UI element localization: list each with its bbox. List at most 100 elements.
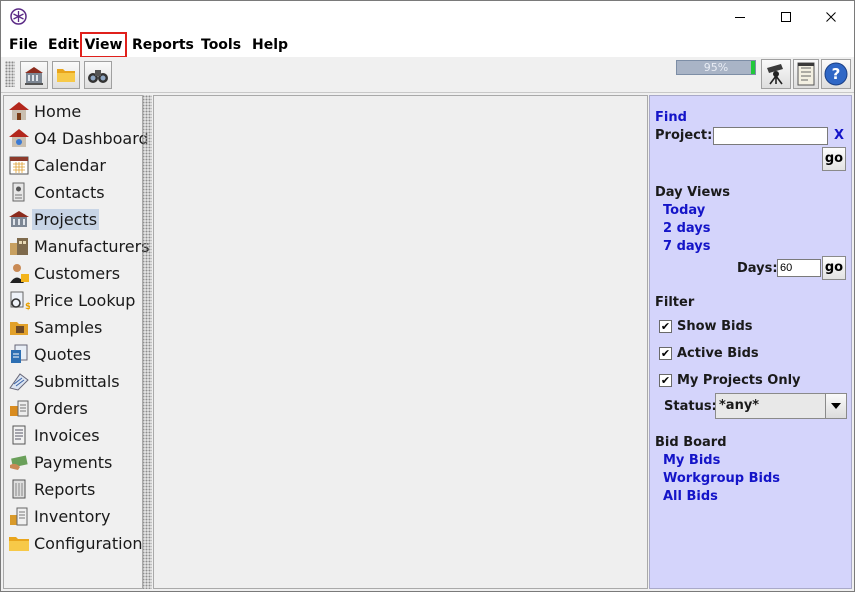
my-projects-only-label: My Projects Only [677, 372, 801, 388]
memory-progress-bar: 95% [676, 60, 756, 75]
folder-icon [57, 69, 75, 82]
svg-text:$: $ [25, 302, 30, 311]
search-filter-panel: Find Project: X go Day Views Today 2 day… [649, 95, 852, 589]
projects-button[interactable] [20, 61, 48, 89]
days-label: Days: [737, 261, 778, 276]
customers-icon [6, 261, 32, 285]
sidebar-item-orders[interactable]: Orders [6, 395, 90, 421]
sidebar-item-o4-dashboard[interactable]: O4 Dashboard [6, 125, 151, 151]
status-select[interactable]: *any* [715, 393, 847, 419]
calendar-icon [6, 153, 32, 177]
all-bids-link[interactable]: All Bids [663, 489, 718, 504]
filter-heading: Filter [655, 295, 695, 310]
active-bids-label: Active Bids [677, 345, 759, 361]
submittals-icon [6, 369, 32, 393]
menu-view[interactable]: View [80, 32, 127, 58]
invoices-icon [6, 423, 32, 447]
sidebar-item-submittals[interactable]: Submittals [6, 368, 122, 394]
telescope-button[interactable] [761, 59, 791, 89]
sidebar-splitter[interactable] [143, 95, 152, 589]
project-go-button[interactable]: go [822, 147, 846, 171]
status-selected-value: *any* [719, 398, 760, 413]
contacts-icon [6, 180, 32, 204]
sidebar-item-quotes[interactable]: Quotes [6, 341, 93, 367]
my-projects-only-row[interactable]: ✔ My Projects Only [659, 371, 801, 389]
minimize-icon [735, 17, 745, 18]
maximize-button[interactable] [763, 1, 809, 33]
status-label: Status: [664, 399, 717, 414]
project-search-input[interactable] [713, 127, 828, 145]
my-projects-only-checkbox[interactable]: ✔ [659, 373, 672, 387]
sidebar-item-payments[interactable]: Payments [6, 449, 114, 475]
app-logo-icon [10, 8, 27, 25]
search-binoculars-button[interactable] [84, 61, 112, 89]
progress-text: 95% [703, 61, 729, 74]
telescope-icon [767, 64, 783, 85]
svg-text:?: ? [832, 65, 841, 83]
payments-icon [6, 450, 32, 474]
toolbar-grip[interactable] [5, 61, 15, 87]
sidebar-item-reports[interactable]: Reports [6, 476, 97, 502]
two-days-link[interactable]: 2 days [663, 221, 710, 236]
seven-days-link[interactable]: 7 days [663, 239, 710, 254]
minimize-button[interactable] [717, 1, 763, 33]
find-heading: Find [655, 110, 687, 125]
sidebar-item-manufacturers[interactable]: Manufacturers [6, 233, 152, 259]
projects-icon [6, 207, 32, 231]
sidebar-item-inventory[interactable]: Inventory [6, 503, 112, 529]
open-folder-button[interactable] [52, 61, 80, 89]
menu-edit[interactable]: Edit [45, 33, 82, 57]
project-label: Project: [655, 128, 713, 143]
show-bids-label: Show Bids [677, 318, 753, 334]
sidebar-item-price-lookup[interactable]: $ Price Lookup [6, 287, 137, 313]
projects-building-icon [25, 67, 43, 85]
help-button[interactable]: ? [821, 59, 851, 89]
sidebar-item-customers[interactable]: Customers [6, 260, 122, 286]
orders-icon [6, 396, 32, 420]
menu-tools[interactable]: Tools [198, 33, 244, 57]
title-bar [1, 1, 854, 33]
sidebar-item-home[interactable]: Home [6, 98, 83, 124]
app-window: File Edit View Reports Tools Help 95% ? … [0, 0, 855, 592]
close-button[interactable] [808, 1, 854, 33]
close-icon [826, 12, 836, 22]
main-content-area [153, 95, 648, 589]
sidebar-item-invoices[interactable]: Invoices [6, 422, 102, 448]
price-lookup-icon: $ [6, 288, 32, 312]
day-views-heading: Day Views [655, 185, 731, 200]
menu-bar: File Edit View Reports Tools Help [1, 32, 854, 58]
maximize-icon [781, 12, 791, 22]
notepad-icon [797, 62, 815, 86]
menu-reports[interactable]: Reports [129, 33, 197, 57]
navigation-sidebar: Home O4 Dashboard Calendar Contacts Proj… [3, 95, 150, 589]
today-link[interactable]: Today [663, 203, 705, 218]
notepad-button[interactable] [793, 59, 819, 89]
clear-project-button[interactable]: X [834, 128, 844, 143]
chevron-down-icon[interactable] [825, 394, 846, 418]
menu-help[interactable]: Help [249, 33, 291, 57]
active-bids-row[interactable]: ✔ Active Bids [659, 344, 759, 362]
show-bids-checkbox[interactable]: ✔ [659, 319, 672, 333]
sidebar-item-configuration[interactable]: Configuration [6, 530, 145, 556]
dashboard-icon [6, 126, 32, 150]
active-bids-checkbox[interactable]: ✔ [659, 346, 672, 360]
show-bids-row[interactable]: ✔ Show Bids [659, 317, 753, 335]
days-go-button[interactable]: go [822, 256, 846, 280]
quotes-icon [6, 342, 32, 366]
binoculars-icon [88, 70, 108, 83]
sidebar-item-projects[interactable]: Projects [6, 206, 100, 232]
toolbar: 95% ? [1, 57, 854, 93]
configuration-icon [6, 531, 32, 555]
workgroup-bids-link[interactable]: Workgroup Bids [663, 471, 780, 486]
sidebar-item-contacts[interactable]: Contacts [6, 179, 107, 205]
sidebar-item-calendar[interactable]: Calendar [6, 152, 108, 178]
days-input[interactable] [777, 259, 821, 277]
my-bids-link[interactable]: My Bids [663, 453, 720, 468]
bid-board-heading: Bid Board [655, 435, 727, 450]
manufacturers-icon [6, 234, 32, 258]
home-icon [6, 99, 32, 123]
inventory-icon [6, 504, 32, 528]
samples-icon [6, 315, 32, 339]
menu-file[interactable]: File [6, 33, 41, 57]
sidebar-item-samples[interactable]: Samples [6, 314, 104, 340]
